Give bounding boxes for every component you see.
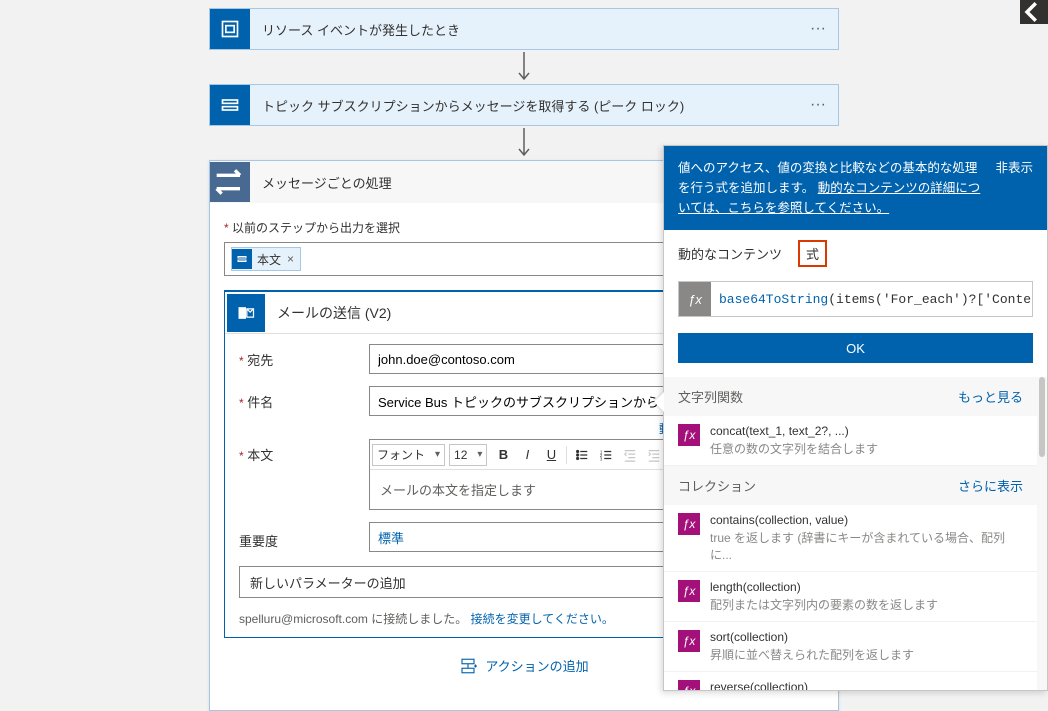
ok-button[interactable]: OK	[678, 333, 1033, 363]
function-item[interactable]: ƒx length(collection) 配列または文字列内の要素の数を返します	[664, 572, 1037, 622]
get-messages-step[interactable]: トピック サブスクリプションからメッセージを取得する (ピーク ロック) ···	[209, 84, 839, 126]
body-label: * 本文	[239, 439, 369, 464]
service-bus-icon	[232, 249, 252, 269]
bullet-list-button[interactable]	[570, 443, 594, 467]
hide-panel-button[interactable]: 非表示	[995, 158, 1033, 218]
svg-text:3: 3	[600, 456, 603, 461]
event-grid-icon	[210, 9, 250, 49]
underline-button[interactable]: U	[539, 443, 563, 467]
body-token[interactable]: 本文 ×	[231, 247, 301, 271]
to-label: * 宛先	[239, 344, 369, 369]
get-messages-title: トピック サブスクリプションからメッセージを取得する (ピーク ロック)	[250, 96, 798, 115]
section-more-link[interactable]: もっと見る	[958, 387, 1023, 406]
fx-icon: ƒx	[678, 513, 700, 535]
function-name: contains(collection, value)	[710, 513, 1023, 527]
bold-button[interactable]: B	[491, 443, 515, 467]
function-name: concat(text_1, text_2?, ...)	[710, 424, 878, 438]
tab-dynamic-content[interactable]: 動的なコンテンツ	[678, 244, 782, 263]
remove-token-icon[interactable]: ×	[287, 252, 294, 266]
fx-icon: ƒx	[678, 680, 700, 690]
add-action-button[interactable]: アクションの追加	[459, 656, 588, 675]
scrollbar[interactable]	[1039, 377, 1045, 690]
fx-icon: ƒx	[678, 580, 700, 602]
importance-label: 重要度	[239, 525, 369, 550]
fx-icon: ƒx	[678, 630, 700, 652]
function-item[interactable]: ƒx contains(collection, value) true を返します …	[664, 505, 1037, 572]
section-title: 文字列関数	[678, 387, 743, 406]
function-item[interactable]: ƒx concat(text_1, text_2?, ...) 任意の数の文字列を結…	[664, 416, 1037, 466]
function-list: 文字列関数 もっと見る ƒx concat(text_1, text_2?, ...)…	[664, 377, 1047, 690]
function-name: reverse(collection)	[710, 680, 902, 690]
loop-icon	[210, 162, 250, 202]
more-icon[interactable]: ···	[798, 20, 838, 38]
section-title: コレクション	[678, 476, 756, 495]
number-list-button[interactable]: 123	[594, 443, 618, 467]
fx-icon: ƒx	[679, 282, 711, 316]
token-label: 本文	[257, 251, 281, 268]
function-name: sort(collection)	[710, 630, 914, 644]
expression-input[interactable]: ƒx base64ToString(items('For_each')?['Co…	[678, 281, 1033, 317]
outdent-button[interactable]	[618, 443, 642, 467]
outlook-icon	[227, 294, 265, 332]
service-bus-icon	[210, 85, 250, 125]
arrow-down-icon	[0, 50, 1048, 84]
fx-icon: ƒx	[678, 424, 700, 446]
function-desc: 昇順に並べ替えられた配列を返します	[710, 646, 914, 663]
function-desc: 配列または文字列内の要素の数を返します	[710, 596, 938, 613]
section-more-link[interactable]: さらに表示	[958, 476, 1023, 495]
function-name: length(collection)	[710, 580, 938, 594]
change-connection-link[interactable]: 接続を変更してください。	[471, 612, 614, 626]
font-family-select[interactable]: フォント▾	[372, 444, 445, 466]
function-item[interactable]: ƒx sort(collection) 昇順に並べ替えられた配列を返します	[664, 622, 1037, 672]
subject-label: * 件名	[239, 386, 369, 411]
expression-panel: 値へのアクセス、値の変換と比較などの基本的な処理を行う式を追加します。 動的なコ…	[663, 145, 1048, 691]
trigger-step[interactable]: リソース イベントが発生したとき ···	[209, 8, 839, 50]
function-desc: 任意の数の文字列を結合します	[710, 440, 878, 457]
italic-button[interactable]: I	[515, 443, 539, 467]
more-icon[interactable]: ···	[798, 96, 838, 114]
trigger-title: リソース イベントが発生したとき	[250, 20, 798, 39]
function-item[interactable]: ƒxreverse(collection)コレクションを逆の順序で返します	[664, 672, 1037, 690]
panel-pointer	[654, 392, 664, 412]
panel-header-text: 値へのアクセス、値の変換と比較などの基本的な処理を行う式を追加します。 動的なコ…	[678, 158, 985, 218]
add-step-icon	[459, 657, 477, 675]
font-size-select[interactable]: 12▾	[449, 444, 487, 466]
left-arrow-icon[interactable]	[1020, 0, 1048, 24]
tab-expression[interactable]: 式	[798, 240, 827, 267]
function-desc: true を返します (辞書にキーが含まれている場合、配列に...	[710, 529, 1023, 563]
